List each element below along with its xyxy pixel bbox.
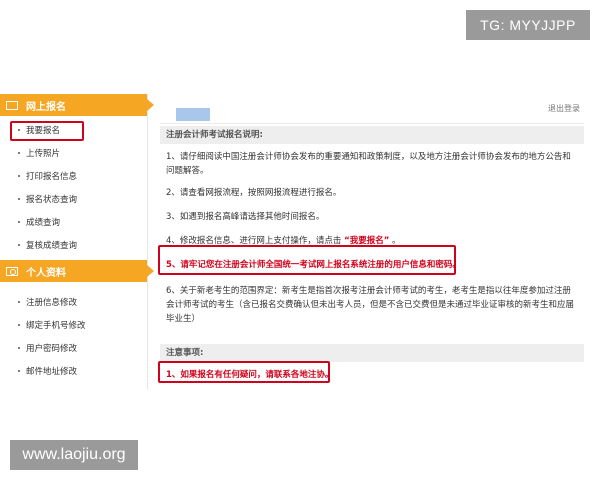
bullet-icon	[18, 221, 20, 223]
logout-link[interactable]: 退出登录	[548, 103, 580, 114]
divider	[160, 123, 584, 124]
bullet-icon	[18, 244, 20, 246]
sidebar-item-score-query[interactable]: 成绩查询	[0, 210, 147, 233]
bullet-icon	[18, 370, 20, 372]
instruction-item-2: 2、请查看网报流程，按照网报流程进行报名。	[166, 188, 342, 198]
highlight-box-item-5	[158, 245, 456, 275]
menu-personal-info: 注册信息修改 绑定手机号修改 用户密码修改 邮件地址修改	[0, 282, 147, 382]
section-header-personal-info: 个人资料	[0, 260, 154, 282]
instruction-item-6: 6、关于新老考生的范围界定：新考生是指首次报考注册会计师考试的考生，老考生是指以…	[166, 286, 575, 324]
bullet-icon	[18, 301, 20, 303]
highlight-box-note	[158, 361, 330, 383]
sidebar-item-print-info[interactable]: 打印报名信息	[0, 164, 147, 187]
instruction-item-3: 3、如遇到报名高峰请选择其他时间报名。	[166, 212, 325, 222]
bullet-icon	[18, 347, 20, 349]
section-title: 个人资料	[26, 267, 66, 279]
bullet-icon	[18, 152, 20, 154]
sidebar-item-review-query[interactable]: 复核成绩查询	[0, 233, 147, 256]
bullet-icon	[18, 324, 20, 326]
main-content: 退出登录 注册会计师考试报名说明: 1、请仔细阅读中国注册会计师协会发布的重要通…	[160, 94, 584, 390]
watermark-bottom: www.laojiu.org	[10, 440, 138, 470]
sidebar-item-status-query[interactable]: 报名状态查询	[0, 187, 147, 210]
instruction-item-1: 1、请仔细阅读中国注册会计师协会发布的重要通知和政策制度，以及地方注册会计师协会…	[166, 152, 571, 176]
instructions-title: 注册会计师考试报名说明:	[160, 126, 584, 144]
highlight-box-register	[10, 121, 84, 141]
notes-title: 注意事项:	[160, 344, 584, 362]
sidebar-item-edit-email[interactable]: 邮件地址修改	[0, 359, 147, 382]
sidebar-item-edit-phone[interactable]: 绑定手机号修改	[0, 313, 147, 336]
bullet-icon	[18, 198, 20, 200]
monitor-icon	[6, 100, 18, 110]
bullet-icon	[18, 175, 20, 177]
sidebar-item-edit-registration[interactable]: 注册信息修改	[0, 290, 147, 313]
section-title: 网上报名	[26, 101, 66, 113]
logo	[176, 108, 210, 121]
sidebar-item-edit-password[interactable]: 用户密码修改	[0, 336, 147, 359]
sidebar-item-upload-photo[interactable]: 上传照片	[0, 141, 147, 164]
watermark-top: TG: MYYJJPP	[466, 10, 590, 40]
section-header-online-registration: 网上报名	[0, 94, 154, 116]
person-card-icon	[6, 266, 18, 276]
